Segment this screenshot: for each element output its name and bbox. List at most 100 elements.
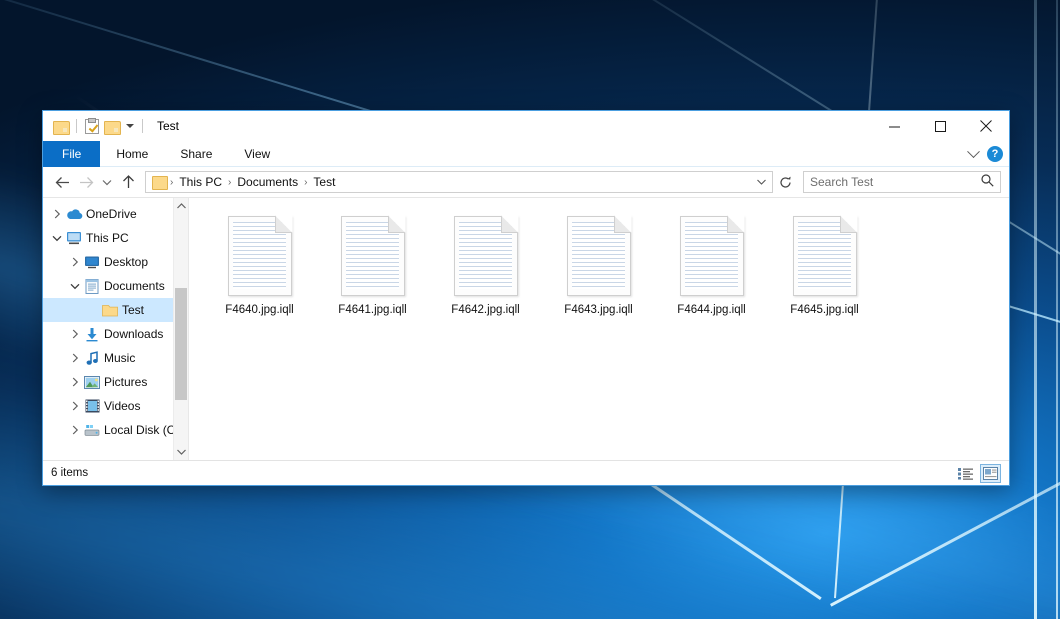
previous-locations-icon[interactable] [754,179,768,185]
title-bar[interactable]: Test [43,111,1009,141]
generic-document-icon [567,216,631,296]
navigation-pane: OneDrive This PC Desktop Documents TestDownl… [43,198,189,460]
sidebar-item-pictures[interactable]: Pictures [43,370,188,394]
tab-share[interactable]: Share [164,141,228,167]
divider [142,119,143,133]
breadcrumb-separator: › [169,177,174,188]
breadcrumb-bar[interactable]: › This PC › Documents › Test [145,171,773,193]
wallpaper-beam [1056,0,1058,619]
sidebar-item-label: Videos [104,399,140,413]
generic-document-icon [454,216,518,296]
generic-document-icon [793,216,857,296]
chevron-down-icon[interactable] [67,283,83,290]
wallpaper-beam [1034,0,1037,619]
file-list-view[interactable]: F4640.jpg.iqll F4641.jpg.iqll F4642.jpg.iq… [189,198,1009,460]
chevron-right-icon[interactable] [67,401,83,411]
folder-icon [101,304,119,317]
sidebar-item-documents[interactable]: Documents [43,274,188,298]
maximize-button[interactable] [917,111,963,141]
window-body: OneDrive This PC Desktop Documents TestDownl… [43,197,1009,460]
file-item[interactable]: F4642.jpg.iqll [429,212,542,316]
file-item[interactable]: F4644.jpg.iqll [655,212,768,316]
music-icon [83,351,101,366]
address-bar: › This PC › Documents › Test Search Test [43,167,1009,197]
details-view-button[interactable] [955,464,976,483]
item-count: 6 items [51,467,88,479]
window-title: Test [157,119,179,133]
documents-icon [83,279,101,294]
chevron-down-icon[interactable] [967,145,980,158]
downloads-icon [83,327,101,342]
sidebar-item-music[interactable]: Music [43,346,188,370]
properties-icon[interactable] [85,119,99,134]
sidebar-scrollbar[interactable] [173,198,188,460]
chevron-down-icon[interactable] [49,235,65,242]
large-icons-view-button[interactable] [980,464,1001,483]
file-name: F4640.jpg.iqll [225,304,293,316]
local-disk-icon [83,424,101,437]
refresh-button[interactable] [775,171,795,193]
desktop-icon [83,255,101,269]
tab-file[interactable]: File [43,141,100,167]
search-box[interactable]: Search Test [803,171,1001,193]
customize-qat-icon[interactable] [126,124,134,128]
chevron-right-icon[interactable] [67,353,83,363]
close-button[interactable] [963,111,1009,141]
sidebar-item-label: Local Disk (C:) [104,423,183,437]
scrollbar-thumb[interactable] [175,288,187,400]
scroll-down-icon[interactable] [174,444,188,460]
recent-locations-button[interactable] [99,171,115,193]
videos-icon [83,399,101,413]
search-icon[interactable] [981,174,994,190]
sidebar-item-this-pc[interactable]: This PC [43,226,188,250]
sidebar-item-desktop[interactable]: Desktop [43,250,188,274]
forward-button[interactable] [75,171,97,193]
divider [76,119,77,133]
sidebar-item-local-disk-c[interactable]: Local Disk (C:) [43,418,188,442]
sidebar-item-label: OneDrive [86,207,137,221]
chevron-right-icon[interactable] [49,209,65,219]
minimize-button[interactable] [871,111,917,141]
folder-icon[interactable] [53,120,68,133]
chevron-right-icon[interactable] [67,329,83,339]
file-item[interactable]: F4643.jpg.iqll [542,212,655,316]
tab-home[interactable]: Home [100,141,164,167]
file-grid: F4640.jpg.iqll F4641.jpg.iqll F4642.jpg.iq… [203,212,1009,316]
chevron-right-icon[interactable] [67,377,83,387]
sidebar-item-onedrive[interactable]: OneDrive [43,202,188,226]
breadcrumb-item-this-pc[interactable]: This PC [175,175,226,189]
view-buttons [955,461,1001,486]
chevron-right-icon[interactable] [67,257,83,267]
file-name: F4641.jpg.iqll [338,304,406,316]
breadcrumb: › This PC › Documents › Test [150,175,754,189]
tab-view[interactable]: View [228,141,286,167]
sidebar-item-videos[interactable]: Videos [43,394,188,418]
sidebar-item-label: Documents [104,279,165,293]
file-item[interactable]: F4640.jpg.iqll [203,212,316,316]
sidebar-item-downloads[interactable]: Downloads [43,322,188,346]
chevron-right-icon[interactable] [67,425,83,435]
quick-access-toolbar: Test [43,111,179,141]
file-item[interactable]: F4641.jpg.iqll [316,212,429,316]
ribbon-actions: ? [969,141,1003,167]
file-name: F4642.jpg.iqll [451,304,519,316]
help-icon[interactable]: ? [987,146,1003,162]
generic-document-icon [341,216,405,296]
file-name: F4644.jpg.iqll [677,304,745,316]
new-folder-icon[interactable] [104,120,119,133]
folder-icon [152,176,166,188]
sidebar-item-label: Desktop [104,255,148,269]
sidebar-item-label: This PC [86,231,129,245]
search-input[interactable]: Search Test [810,175,981,189]
pictures-icon [83,376,101,389]
scroll-up-icon[interactable] [174,198,188,214]
up-button[interactable] [117,171,139,193]
breadcrumb-item-documents[interactable]: Documents [233,175,302,189]
file-name: F4643.jpg.iqll [564,304,632,316]
back-button[interactable] [51,171,73,193]
sidebar-item-test[interactable]: Test [43,298,188,322]
breadcrumb-separator: › [303,177,308,188]
file-item[interactable]: F4645.jpg.iqll [768,212,881,316]
onedrive-cloud-icon [65,208,83,220]
breadcrumb-item-test[interactable]: Test [309,175,339,189]
